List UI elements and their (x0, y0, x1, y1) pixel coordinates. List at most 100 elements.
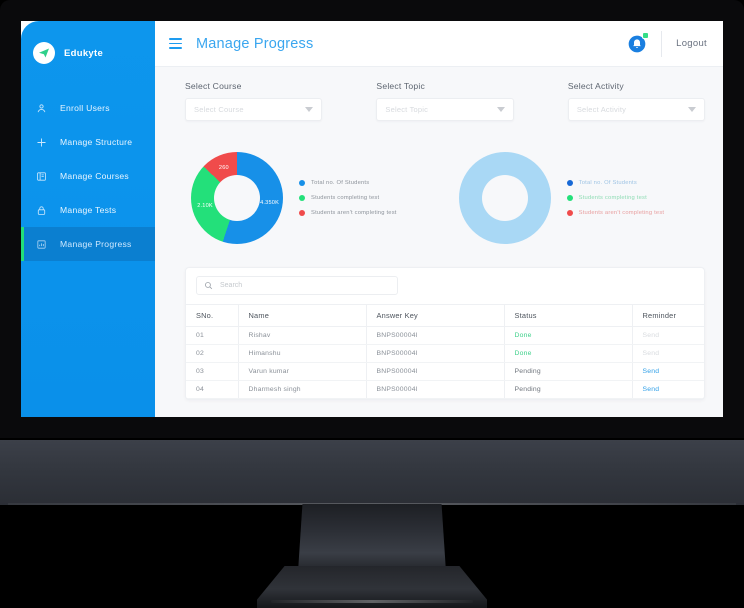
sidebar-item-enroll-users[interactable]: Enroll Users (21, 91, 155, 125)
plus-icon (35, 136, 47, 148)
legend-item: Students aren't completing test (299, 210, 397, 216)
chart-1-legend: Total no. Of Students Students completin… (299, 180, 397, 216)
legend-dot-red (566, 210, 573, 216)
select-course-value: Select Course (194, 105, 244, 114)
filters-row: Select Course Select Course Select Topic… (185, 81, 705, 121)
topbar: Manage Progress Logout (155, 21, 723, 67)
legend-item: Students aren't completing test (566, 210, 665, 216)
filter-label: Select Course (185, 81, 242, 91)
select-topic-value: Select Topic (385, 105, 429, 114)
table-row[interactable]: 04 Dharmesh singh BNPS00004I Pending Send (186, 380, 704, 399)
status-badge: Done (503, 344, 632, 363)
paper-plane-icon (33, 42, 55, 64)
chart-students-overview: Total no. Of Students Students completin… (458, 152, 665, 244)
charts-row: 4.350K 2.10K 260 Total no. Of Students S… (185, 139, 705, 257)
column-header-status[interactable]: Status (503, 304, 632, 327)
select-activity-dropdown[interactable]: Select Activity (567, 98, 705, 121)
sidebar-item-label: Manage Progress (60, 239, 132, 249)
chevron-down-icon (496, 107, 505, 112)
legend-label: Students aren't completing test (578, 210, 665, 216)
topbar-divider (661, 30, 663, 57)
filter-label: Select Activity (567, 81, 624, 91)
status-badge: Pending (503, 362, 632, 381)
cell-answer-key: BNPS00004I (365, 380, 504, 399)
notification-badge (642, 31, 650, 39)
select-activity-value: Select Activity (576, 105, 627, 114)
chevron-down-icon (687, 107, 696, 112)
send-reminder-button: Send (631, 326, 704, 345)
legend-label: Total no. Of Students (311, 180, 370, 186)
table-row[interactable]: 01 Rishav BNPS00004I Done Send (186, 326, 704, 345)
sidebar-nav: Enroll Users Manage Structure Manage Cou… (21, 91, 155, 261)
monitor-chin (0, 440, 744, 505)
select-course-dropdown[interactable]: Select Course (185, 98, 323, 121)
slice-label-green: 2.10K (197, 203, 213, 210)
sidebar-item-label: Manage Tests (60, 205, 117, 215)
legend-label: Total no. Of Students (578, 180, 637, 186)
main-area: Manage Progress Logout Select Course Sel… (155, 21, 723, 417)
cell-sno: 01 (186, 326, 238, 345)
legend-item: Total no. Of Students (566, 180, 665, 186)
send-reminder-button[interactable]: Send (631, 380, 704, 399)
cell-sno: 04 (186, 380, 238, 399)
table-body: 01 Rishav BNPS00004I Done Send 02 Himanshu BNPS… (186, 326, 704, 399)
sidebar-item-manage-courses[interactable]: Manage Courses (21, 159, 155, 193)
chart-icon (35, 238, 47, 250)
user-icon (35, 102, 47, 114)
send-reminder-button: Send (631, 344, 704, 363)
table-head: SNo. Name Answer Key Status Reminder (186, 304, 704, 327)
donut-chart-2 (458, 152, 551, 244)
sidebar-item-label: Manage Structure (60, 137, 133, 147)
bell-icon[interactable] (627, 31, 650, 54)
page-title: Manage Progress (196, 35, 314, 52)
donut-hole (481, 175, 528, 221)
legend-item: Total no. Of Students (299, 180, 397, 186)
progress-table: SNo. Name Answer Key Status Reminder 01 R… (186, 304, 704, 399)
sidebar-item-manage-tests[interactable]: Manage Tests (21, 193, 155, 227)
legend-dot-blue (299, 180, 305, 186)
sidebar-item-manage-progress[interactable]: Manage Progress (21, 227, 155, 261)
cell-answer-key: BNPS00004I (365, 362, 504, 381)
content-area: Select Course Select Course Select Topic… (155, 67, 723, 417)
lock-icon (35, 204, 47, 216)
select-topic-dropdown[interactable]: Select Topic (376, 98, 514, 121)
column-header-name[interactable]: Name (237, 304, 366, 327)
cell-sno: 03 (186, 362, 238, 381)
brand-logo[interactable]: Edukyte (21, 21, 155, 69)
topbar-right: Logout (627, 30, 707, 57)
chart-students-breakdown: 4.350K 2.10K 260 Total no. Of Students S… (191, 152, 397, 244)
send-reminder-button[interactable]: Send (631, 362, 704, 381)
cell-name: Himanshu (237, 344, 366, 363)
filter-label: Select Topic (376, 81, 425, 91)
filter-course: Select Course Select Course (185, 81, 323, 121)
brand-name: Edukyte (64, 47, 104, 59)
cell-name: Varun kumar (237, 362, 366, 381)
legend-dot-green (566, 195, 573, 201)
sidebar-item-manage-structure[interactable]: Manage Structure (21, 125, 155, 159)
sidebar: Edukyte Enroll Users Manage Structure Ma… (21, 21, 155, 417)
cell-name: Rishav (237, 326, 366, 345)
monitor-scene: Edukyte Enroll Users Manage Structure Ma… (0, 0, 744, 608)
search-placeholder: Search (220, 282, 243, 289)
table-row[interactable]: 03 Varun kumar BNPS00004I Pending Send (186, 362, 704, 381)
sidebar-item-label: Manage Courses (60, 171, 129, 181)
column-header-sno[interactable]: SNo. (186, 304, 238, 327)
logout-button[interactable]: Logout (676, 38, 707, 49)
donut-chart-1: 4.350K 2.10K 260 (191, 152, 283, 244)
table-row[interactable]: 02 Himanshu BNPS00004I Done Send (186, 344, 704, 363)
book-icon (35, 170, 47, 182)
legend-dot-blue (566, 180, 573, 186)
status-badge: Pending (503, 380, 632, 399)
chart-2-legend: Total no. Of Students Students completin… (566, 180, 665, 216)
column-header-answer-key[interactable]: Answer Key (365, 304, 504, 327)
hamburger-icon[interactable] (169, 38, 182, 49)
cell-name: Dharmesh singh (237, 380, 366, 399)
monitor-base (257, 566, 487, 608)
slice-label-red: 260 (218, 164, 229, 171)
legend-label: Students completing test (578, 195, 647, 201)
column-header-reminder[interactable]: Reminder (631, 304, 704, 327)
search-input[interactable]: Search (196, 276, 398, 295)
filter-activity: Select Activity Select Activity (567, 81, 705, 121)
legend-label: Students aren't completing test (311, 210, 397, 216)
monitor-neck (298, 504, 446, 572)
